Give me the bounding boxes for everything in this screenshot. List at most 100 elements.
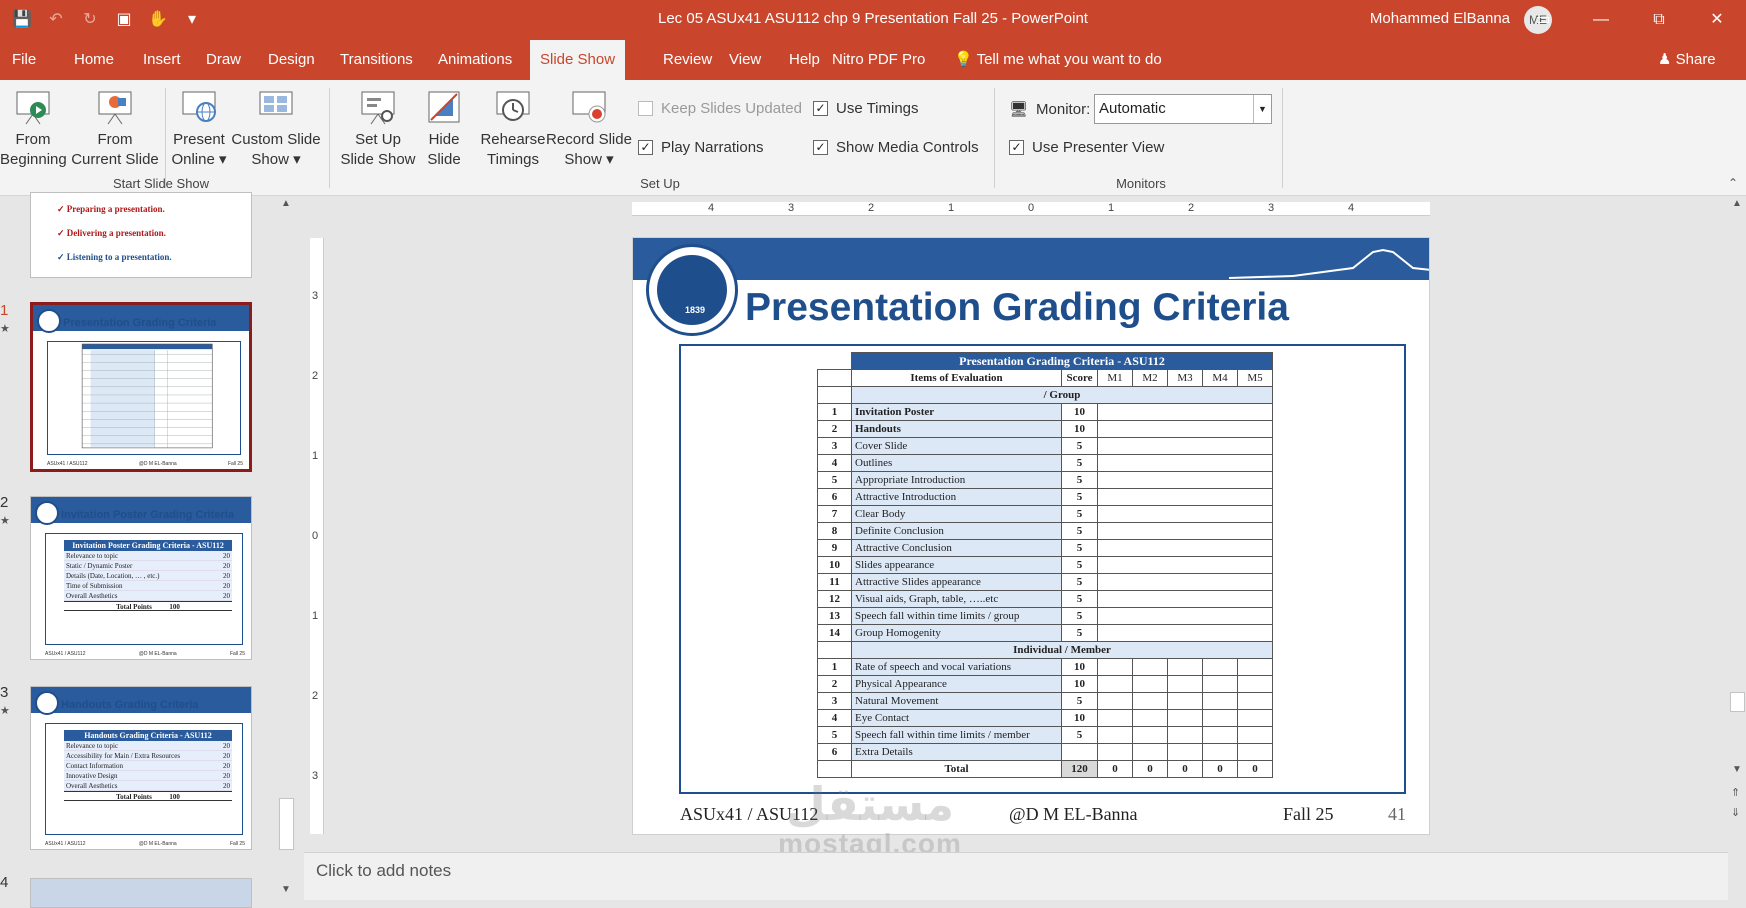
thumbnail-slide-44[interactable] <box>30 878 252 908</box>
row-member-cells[interactable] <box>1097 471 1273 489</box>
row-member-cell[interactable] <box>1132 709 1168 727</box>
grading-table[interactable]: Presentation Grading Criteria - ASU112 I… <box>817 352 1273 778</box>
row-member-cell[interactable] <box>1237 658 1273 676</box>
scrollbar-thumb[interactable] <box>1730 692 1745 712</box>
tab-file[interactable]: File <box>2 40 46 80</box>
editor-scrollbar[interactable]: ▲ ▼ ⇑ ⇓ <box>1728 196 1746 842</box>
show-media-controls-checkbox[interactable]: ✓ Show Media Controls <box>813 139 979 156</box>
row-member-cell[interactable] <box>1132 675 1168 693</box>
row-member-cell[interactable] <box>1097 726 1133 744</box>
notes-pane[interactable]: Click to add notes <box>304 852 1728 900</box>
tab-animations[interactable]: Animations <box>428 40 522 80</box>
thumbnail-slide-40[interactable]: ✓ Preparing a presentation. ✓ Delivering… <box>30 192 252 278</box>
collapse-ribbon-icon[interactable]: ⌃ <box>1728 176 1738 190</box>
row-member-cells[interactable] <box>1097 590 1273 608</box>
row-member-cells[interactable] <box>1097 607 1273 625</box>
row-member-cells[interactable] <box>1097 420 1273 438</box>
ribbon-display-icon[interactable]: ▭ <box>1514 0 1572 40</box>
from-current-button[interactable]: From Current Slide <box>70 88 160 170</box>
scrollbar-thumb[interactable] <box>279 798 294 850</box>
row-member-cell[interactable] <box>1202 743 1238 761</box>
rehearse-timings-button[interactable]: Rehearse Timings <box>480 88 546 170</box>
row-member-cell[interactable] <box>1237 743 1273 761</box>
hide-slide-button[interactable]: Hide Slide <box>420 88 468 170</box>
row-member-cell[interactable] <box>1202 692 1238 710</box>
row-member-cell[interactable] <box>1237 726 1273 744</box>
thumbnail-slide-43[interactable]: Handouts Grading Criteria Handouts Gradi… <box>30 686 252 850</box>
scroll-up-icon[interactable]: ▲ <box>281 198 291 209</box>
row-member-cells[interactable] <box>1097 624 1273 642</box>
close-icon[interactable]: ✕ <box>1688 0 1746 40</box>
row-member-cells[interactable] <box>1097 488 1273 506</box>
next-slide-icon[interactable]: ⇓ <box>1731 806 1740 819</box>
row-member-cell[interactable] <box>1167 675 1203 693</box>
thumbnail-slide-42[interactable]: Invitation Poster Grading Criteria Invit… <box>30 496 252 660</box>
row-score: 5 <box>1061 454 1098 472</box>
row-member-cell[interactable] <box>1202 675 1238 693</box>
row-score: 10 <box>1061 403 1098 421</box>
row-member-cells[interactable] <box>1097 403 1273 421</box>
row-member-cell[interactable] <box>1097 692 1133 710</box>
thumbnail-slide-41[interactable]: Presentation Grading Criteria ASUx41 / A… <box>30 302 252 472</box>
tab-design[interactable]: Design <box>258 40 325 80</box>
tab-transitions[interactable]: Transitions <box>330 40 423 80</box>
minimize-icon[interactable]: — <box>1572 0 1630 40</box>
row-member-cell[interactable] <box>1097 709 1133 727</box>
present-online-button[interactable]: Present Online ▾ <box>168 88 230 170</box>
use-timings-checkbox[interactable]: ✓ Use Timings <box>813 100 919 117</box>
tab-draw[interactable]: Draw <box>196 40 251 80</box>
tab-insert[interactable]: Insert <box>133 40 191 80</box>
row-member-cell[interactable] <box>1097 658 1133 676</box>
tab-nitro-pdf[interactable]: Nitro PDF Pro <box>822 40 935 80</box>
row-member-cell[interactable] <box>1202 658 1238 676</box>
restore-icon[interactable]: ⧉ <box>1630 0 1688 40</box>
thumbnails-scrollbar[interactable]: ▲ ▼ <box>278 196 295 900</box>
row-member-cells[interactable] <box>1097 539 1273 557</box>
row-member-cell[interactable] <box>1132 743 1168 761</box>
row-member-cell[interactable] <box>1097 743 1133 761</box>
chevron-down-icon[interactable]: ▼ <box>1253 95 1271 123</box>
row-member-cell[interactable] <box>1167 692 1203 710</box>
previous-slide-icon[interactable]: ⇑ <box>1731 786 1740 799</box>
row-member-cells[interactable] <box>1097 522 1273 540</box>
row-member-cell[interactable] <box>1202 709 1238 727</box>
use-presenter-view-checkbox[interactable]: ✓ Use Presenter View <box>1009 139 1164 156</box>
share-button[interactable]: ♟ Share <box>1648 40 1726 80</box>
row-member-cells[interactable] <box>1097 454 1273 472</box>
row-member-cell[interactable] <box>1237 675 1273 693</box>
row-member-cell[interactable] <box>1237 709 1273 727</box>
row-member-cell[interactable] <box>1237 692 1273 710</box>
row-member-cell[interactable] <box>1097 675 1133 693</box>
table-row: 13 Speech fall within time limits / group… <box>817 607 1273 625</box>
row-member-cells[interactable] <box>1097 573 1273 591</box>
play-narrations-checkbox[interactable]: ✓ Play Narrations <box>638 139 764 156</box>
row-member-cells[interactable] <box>1097 437 1273 455</box>
row-member-cells[interactable] <box>1097 505 1273 523</box>
scroll-up-icon[interactable]: ▲ <box>1732 198 1742 209</box>
row-member-cell[interactable] <box>1167 709 1203 727</box>
scroll-down-icon[interactable]: ▼ <box>281 884 291 895</box>
row-member-cell[interactable] <box>1167 726 1203 744</box>
row-member-cells[interactable] <box>1097 556 1273 574</box>
monitor-dropdown[interactable]: Automatic ▼ <box>1094 94 1272 124</box>
row-member-cell[interactable] <box>1132 658 1168 676</box>
current-slide[interactable]: 1839 Presentation Grading Criteria Prese… <box>632 237 1430 835</box>
user-name[interactable]: Mohammed ElBanna <box>1370 10 1510 27</box>
row-member-cell[interactable] <box>1132 726 1168 744</box>
hide-slide-icon <box>425 88 463 126</box>
tell-me-box[interactable]: 💡 Tell me what you want to do <box>944 40 1172 80</box>
slide-title[interactable]: Presentation Grading Criteria <box>745 286 1289 330</box>
custom-slide-show-button[interactable]: Custom Slide Show ▾ <box>230 88 322 170</box>
tab-view[interactable]: View <box>719 40 771 80</box>
tab-review[interactable]: Review <box>653 40 722 80</box>
record-slide-show-button[interactable]: Record Slide Show ▾ <box>546 88 632 170</box>
set-up-slide-show-button[interactable]: Set Up Slide Show <box>337 88 419 170</box>
row-member-cell[interactable] <box>1132 692 1168 710</box>
row-member-cell[interactable] <box>1167 658 1203 676</box>
tab-home[interactable]: Home <box>64 40 124 80</box>
scroll-down-icon[interactable]: ▼ <box>1732 764 1742 775</box>
tab-slide-show[interactable]: Slide Show <box>530 40 626 80</box>
from-beginning-button[interactable]: From Beginning <box>0 88 67 170</box>
row-member-cell[interactable] <box>1202 726 1238 744</box>
row-member-cell[interactable] <box>1167 743 1203 761</box>
